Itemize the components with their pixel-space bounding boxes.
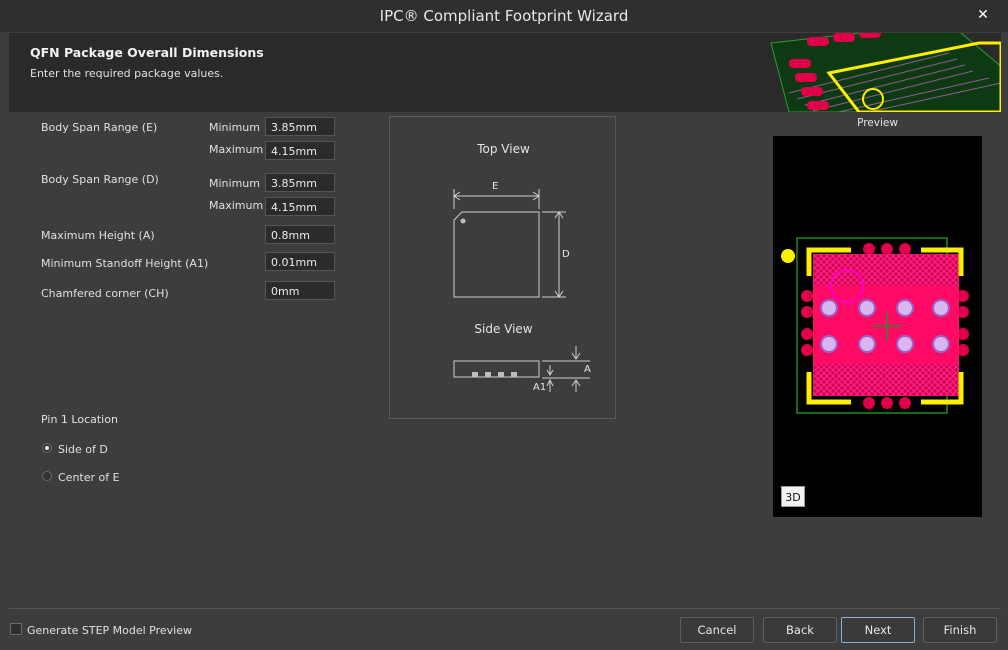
radio-center-of-e-label[interactable]: Center of E — [58, 471, 120, 484]
dim-a1-label: A1 — [533, 382, 547, 393]
close-icon[interactable]: ✕ — [968, 2, 998, 28]
body-span-d-max-label: Maximum — [209, 199, 264, 212]
radio-side-of-d[interactable] — [42, 443, 52, 453]
back-button[interactable]: Back — [763, 617, 837, 643]
dim-e-label: E — [492, 181, 499, 192]
radio-center-of-e[interactable] — [42, 471, 52, 481]
body-span-e-min-input[interactable]: 3.85mm — [265, 117, 335, 136]
page-subtitle: Enter the required package values. — [30, 67, 224, 80]
min-standoff-label: Minimum Standoff Height (A1) — [41, 257, 209, 270]
window-title: IPC® Compliant Footprint Wizard — [379, 7, 629, 25]
side-view-title: Side View — [474, 322, 533, 336]
chamfer-label: Chamfered corner (CH) — [41, 287, 169, 300]
radio-side-of-d-label[interactable]: Side of D — [58, 443, 108, 456]
preview-label: Preview — [857, 117, 898, 129]
body-span-e-min-label: Minimum — [209, 121, 260, 134]
finish-button[interactable]: Finish — [923, 617, 997, 643]
max-height-input[interactable]: 0.8mm — [265, 225, 335, 244]
body-span-d-min-label: Minimum — [209, 177, 260, 190]
dim-a-label: A — [584, 364, 591, 375]
min-standoff-input[interactable]: 0.01mm — [265, 252, 335, 271]
body-span-d-max-input[interactable]: 4.15mm — [265, 197, 335, 216]
footprint-preview[interactable] — [773, 136, 982, 517]
body-span-d-min-input[interactable]: 3.85mm — [265, 173, 335, 192]
body-span-e-max-label: Maximum — [209, 143, 264, 156]
step-preview-label[interactable]: Generate STEP Model Preview — [27, 624, 192, 637]
body-span-e-max-input[interactable]: 4.15mm — [265, 141, 335, 160]
dimension-drawing — [453, 189, 590, 392]
footer-divider — [9, 608, 1001, 609]
page-title: QFN Package Overall Dimensions — [30, 45, 264, 60]
header-illustration — [749, 33, 1001, 112]
step-preview-checkbox[interactable] — [10, 623, 22, 635]
body-span-e-label: Body Span Range (E) — [41, 121, 158, 134]
dim-d-label: D — [562, 249, 570, 260]
body-span-d-label: Body Span Range (D) — [41, 173, 159, 186]
dimension-diagram: Top View E D Side View A A1 — [389, 116, 616, 419]
3d-toggle-icon[interactable]: 3D — [781, 486, 805, 507]
chamfer-input[interactable]: 0mm — [265, 281, 335, 300]
footprint-preview-canvas — [781, 237, 969, 414]
max-height-label: Maximum Height (A) — [41, 229, 155, 242]
cancel-button[interactable]: Cancel — [680, 617, 754, 643]
next-button[interactable]: Next — [841, 617, 915, 643]
pin1-heading: Pin 1 Location — [41, 413, 118, 426]
page-header: QFN Package Overall Dimensions Enter the… — [9, 33, 1001, 112]
